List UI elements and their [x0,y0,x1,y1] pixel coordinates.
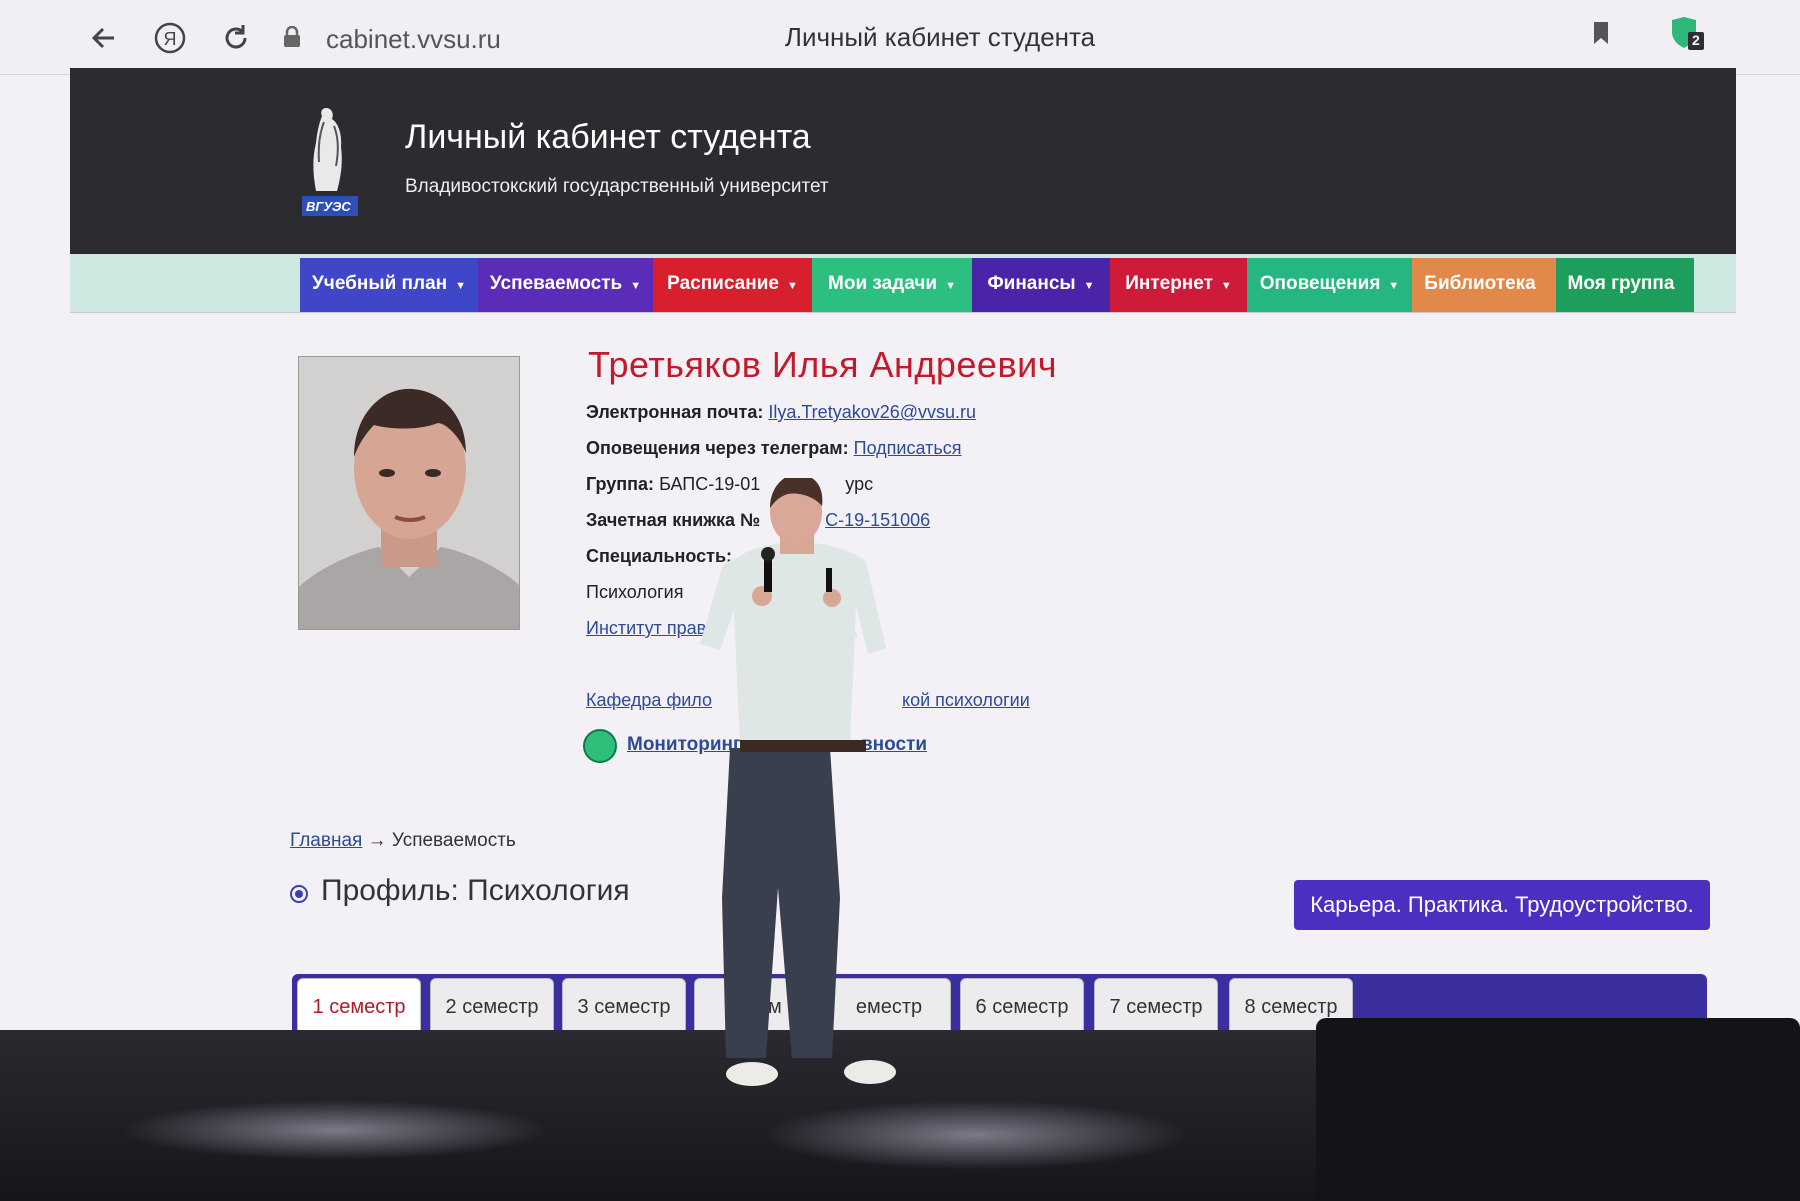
bookmark-icon[interactable] [1592,20,1610,46]
nav-item-label: Интернет [1125,273,1213,294]
university-name: Владивостокский государственный универси… [405,176,829,197]
nav-item-label: Моя группа [1567,273,1675,294]
tab-semester-1[interactable]: 1 семестр [297,978,421,1034]
email-label: Электронная почта: [586,402,764,422]
telegram-label: Оповещения через телеграм: [586,438,849,458]
photo-scene: Я cabinet.vvsu.ru Личный кабинет студент… [0,0,1800,1201]
chevron-down-icon: ▼ [1220,280,1232,292]
nav-item-label: Финансы [987,273,1076,294]
tab-semester-6[interactable]: 6 семестр [960,978,1084,1034]
logo-text: ВГУЭС [306,199,351,214]
nav-item-7[interactable]: Оповещения ▼ [1247,258,1412,312]
nav-item-label: Учебный план [311,273,448,294]
floor-light-left [120,1100,550,1160]
department-link-right: кой психологии [902,690,1030,710]
monitoring-status-icon [583,729,617,763]
breadcrumb-arrow: → [367,830,387,851]
profile-radio-icon[interactable] [290,885,308,903]
career-button[interactable]: Карьера. Практика. Трудоустройство. [1294,880,1710,930]
window-title: Личный кабинет студента [784,22,1096,52]
chevron-down-icon: ▼ [1388,280,1400,292]
nav-item-label: Мои задачи [828,273,938,294]
group-label: Группа: [586,474,655,494]
nav-item-1[interactable]: Учебный план ▼ [300,258,478,312]
email-row: Электронная почта: Ilya.Tretyakov26@vvsu… [586,402,976,423]
nav-item-5[interactable]: Финансы ▼ [972,258,1110,312]
specialty-value: Психология [586,582,684,602]
page-title: Личный кабинет студента [405,118,811,156]
chevron-down-icon: ▼ [455,280,467,292]
student-photo [298,356,520,630]
floor-light-right [760,1100,1190,1170]
stage-monitor-speaker [1316,1018,1800,1201]
projected-screen: Я cabinet.vvsu.ru Личный кабинет студент… [0,0,1800,1035]
tab-semester-7[interactable]: 7 семестр [1094,978,1218,1034]
chevron-down-icon: ▼ [630,280,642,292]
chevron-down-icon: ▼ [1083,280,1095,292]
profile-title: Профиль: Психология [321,874,630,907]
nav-item-label: Оповещения [1259,273,1381,294]
breadcrumb-home-link[interactable]: Главная [290,830,362,851]
student-name: Третьяков Илья Андреевич [588,344,1057,385]
nav-item-label: Расписание [667,273,779,294]
tab-semester-3[interactable]: 3 семестр [562,978,686,1034]
breadcrumb-current: Успеваемость [391,830,516,851]
nav-item-label: Библиотека [1424,273,1536,294]
nav-item-label: Успеваемость [489,273,623,294]
telegram-row: Оповещения через телеграм: Подписаться [586,438,961,459]
tab-semester-2[interactable]: 2 семестр [430,978,554,1034]
university-logo[interactable]: ВГУЭС [298,102,362,220]
chevron-down-icon: ▼ [945,280,956,292]
nav-item-3[interactable]: Расписание ▼ [653,258,812,312]
nav-item-4[interactable]: Мои задачи ▼ [812,258,972,312]
telegram-subscribe-link[interactable]: Подписаться [854,438,962,458]
email-link[interactable]: Ilya.Tretyakov26@vvsu.ru [768,402,976,422]
nav-item-6[interactable]: Интернет ▼ [1110,258,1247,312]
breadcrumb: Главная → Успеваемость [290,830,516,852]
notification-badge: 2 [1692,32,1700,48]
presenter [690,473,900,1098]
chevron-down-icon: ▼ [786,280,798,292]
nav-item-9[interactable]: Моя группа [1556,258,1694,312]
nav-item-2[interactable]: Успеваемость ▼ [478,258,653,312]
nav-item-8[interactable]: Библиотека [1412,258,1556,312]
protect-shield-icon[interactable]: 2 [1668,16,1708,52]
browser-toolbar: Я cabinet.vvsu.ru Личный кабинет студент… [0,0,1800,75]
